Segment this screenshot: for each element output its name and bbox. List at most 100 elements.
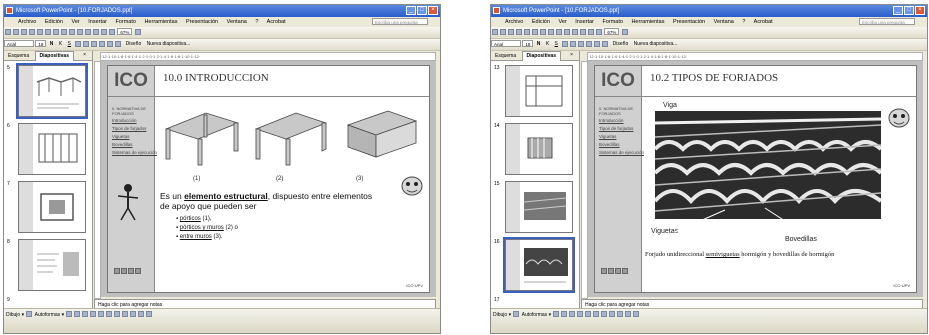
font-name-select[interactable]: Arial xyxy=(4,40,34,47)
maximize-button[interactable]: □ xyxy=(904,6,914,15)
align-left-icon[interactable] xyxy=(75,41,82,47)
close-button[interactable]: × xyxy=(915,6,925,15)
slide-nav-link[interactable]: Tipos de forjados xyxy=(112,126,146,131)
slide-thumbnail[interactable] xyxy=(505,65,573,117)
slide-thumbnail[interactable] xyxy=(16,63,88,119)
help-icon[interactable] xyxy=(621,29,628,35)
next-slide-icon[interactable] xyxy=(615,268,621,274)
menu-archivo[interactable]: Archivo xyxy=(18,19,36,25)
slide-nav-link[interactable]: Introducción xyxy=(599,118,624,123)
menu-ver[interactable]: Ver xyxy=(71,19,79,25)
shadow-icon[interactable] xyxy=(138,311,145,317)
oval-icon[interactable] xyxy=(90,311,97,317)
wordart-icon[interactable] xyxy=(593,311,600,317)
menu-presentacion[interactable]: Presentación xyxy=(673,19,705,25)
menu-edicion[interactable]: Edición xyxy=(532,19,550,25)
rectangle-icon[interactable] xyxy=(82,311,89,317)
slide-thumbnail[interactable] xyxy=(18,239,86,291)
bullets-icon[interactable] xyxy=(594,41,601,47)
slide-nav-link[interactable]: Sistemas de ejecución xyxy=(112,150,157,155)
font-color-icon[interactable] xyxy=(602,41,609,47)
numbering-icon[interactable] xyxy=(99,41,106,47)
textbox-icon[interactable] xyxy=(98,311,105,317)
paste-icon[interactable] xyxy=(556,29,562,35)
help-search-input[interactable]: Escriba una pregunta xyxy=(859,18,915,25)
help-icon[interactable] xyxy=(134,29,141,35)
print-icon[interactable] xyxy=(29,29,35,35)
align-left-icon[interactable] xyxy=(562,41,569,47)
font-color-icon[interactable] xyxy=(617,311,624,317)
slide-nav-link[interactable]: Bovedillas xyxy=(112,142,133,147)
slide-thumbnail[interactable] xyxy=(18,123,86,175)
menu-acrobat[interactable]: Acrobat xyxy=(267,19,286,25)
minimize-button[interactable]: _ xyxy=(406,6,416,15)
autoshapes-menu[interactable]: Autoformas xyxy=(522,312,548,318)
tab-slides[interactable]: Diapositivas xyxy=(34,51,74,61)
menu-formato[interactable]: Formato xyxy=(602,19,622,25)
new-icon[interactable] xyxy=(5,29,11,35)
chart-icon[interactable] xyxy=(93,29,99,35)
menu-ventana[interactable]: Ventana xyxy=(227,19,247,25)
menu-insertar[interactable]: Insertar xyxy=(88,19,107,25)
preview-icon[interactable] xyxy=(37,29,43,35)
table-icon[interactable] xyxy=(101,29,107,35)
wordart-icon[interactable] xyxy=(106,311,113,317)
menu-help[interactable]: ? xyxy=(742,19,745,25)
maximize-button[interactable]: □ xyxy=(417,6,427,15)
new-slide-button[interactable]: Nueva diapositiva... xyxy=(634,39,678,50)
slide-nav-link[interactable]: Bovedillas xyxy=(599,142,620,147)
help-search-input[interactable]: Escriba una pregunta xyxy=(372,18,428,25)
first-slide-icon[interactable] xyxy=(114,268,120,274)
align-right-icon[interactable] xyxy=(91,41,98,47)
slide-nav-link[interactable]: Viguetas xyxy=(112,134,129,139)
new-icon[interactable] xyxy=(492,29,498,35)
menu-ventana[interactable]: Ventana xyxy=(714,19,734,25)
paste-icon[interactable] xyxy=(69,29,75,35)
slide-thumbnail[interactable] xyxy=(505,123,573,175)
save-icon[interactable] xyxy=(21,29,27,35)
spelling-icon[interactable] xyxy=(45,29,51,35)
select-arrow-icon[interactable] xyxy=(513,311,520,317)
new-slide-button[interactable]: Nueva diapositiva... xyxy=(147,39,191,50)
copy-icon[interactable] xyxy=(548,29,554,35)
preview-icon[interactable] xyxy=(524,29,530,35)
slide-nav-link[interactable]: Introducción xyxy=(112,118,137,123)
align-right-icon[interactable] xyxy=(578,41,585,47)
draw-menu[interactable]: Dibujo xyxy=(493,312,507,318)
next-slide-icon[interactable] xyxy=(128,268,134,274)
caption-link[interactable]: semiviguetas xyxy=(706,251,740,258)
rectangle-icon[interactable] xyxy=(569,311,576,317)
close-pane-icon[interactable]: × xyxy=(79,51,90,60)
3d-icon[interactable] xyxy=(633,311,640,317)
align-center-icon[interactable] xyxy=(83,41,90,47)
fill-color-icon[interactable] xyxy=(114,311,121,317)
slide-thumbnail[interactable] xyxy=(505,181,573,233)
menu-herramientas[interactable]: Herramientas xyxy=(631,19,664,25)
bold-button[interactable]: N xyxy=(50,39,54,50)
minimize-button[interactable]: _ xyxy=(893,6,903,15)
line-icon[interactable] xyxy=(66,311,73,317)
line-color-icon[interactable] xyxy=(609,311,616,317)
menu-formato[interactable]: Formato xyxy=(115,19,135,25)
underline-button[interactable]: S xyxy=(68,39,71,50)
bold-button[interactable]: N xyxy=(537,39,541,50)
copy-icon[interactable] xyxy=(61,29,67,35)
zoom-select[interactable]: 67% xyxy=(604,28,620,35)
first-slide-icon[interactable] xyxy=(601,268,607,274)
line-color-icon[interactable] xyxy=(122,311,129,317)
menu-archivo[interactable]: Archivo xyxy=(505,19,523,25)
arrow-icon[interactable] xyxy=(74,311,81,317)
slide-nav-link[interactable]: Sistemas de ejecución xyxy=(599,150,644,155)
bullets-icon[interactable] xyxy=(107,41,114,47)
menu-acrobat[interactable]: Acrobat xyxy=(754,19,773,25)
save-icon[interactable] xyxy=(508,29,514,35)
menu-insertar[interactable]: Insertar xyxy=(575,19,594,25)
bullet-link[interactable]: entre muros xyxy=(180,234,212,240)
chart-icon[interactable] xyxy=(580,29,586,35)
slide-thumbnail[interactable] xyxy=(18,181,86,233)
prev-slide-icon[interactable] xyxy=(121,268,127,274)
menu-herramientas[interactable]: Herramientas xyxy=(144,19,177,25)
spelling-icon[interactable] xyxy=(532,29,538,35)
open-icon[interactable] xyxy=(500,29,506,35)
font-color-icon[interactable] xyxy=(115,41,122,47)
